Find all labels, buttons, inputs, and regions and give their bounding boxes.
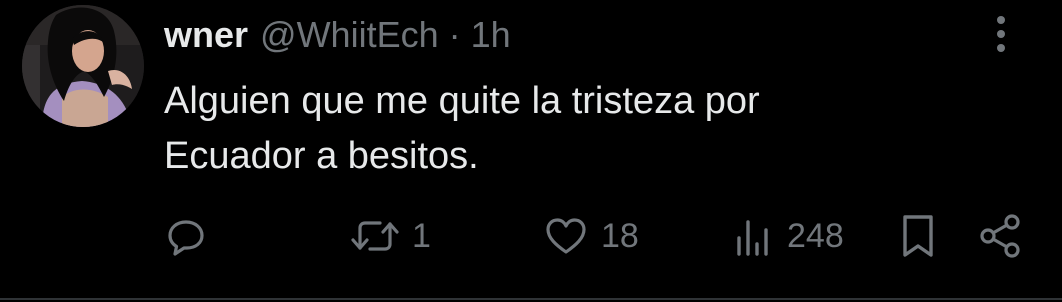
share-button[interactable] xyxy=(978,212,1024,260)
bookmark-button[interactable] xyxy=(900,212,936,260)
tweet-text: Alguien que me quite la tristeza por Ecu… xyxy=(164,74,964,184)
tweet-card[interactable]: wner @WhiitEch · 1h Alguien que me quite… xyxy=(0,0,1062,302)
user-handle[interactable]: @WhiitEch xyxy=(260,12,439,58)
bookmark-icon xyxy=(900,213,936,259)
views-button[interactable]: 248 xyxy=(735,212,844,260)
like-count: 18 xyxy=(601,216,639,255)
divider xyxy=(0,298,1062,300)
display-name[interactable]: wner xyxy=(164,12,248,58)
tweet-text-line: Alguien que me quite la tristeza por xyxy=(164,80,760,122)
reply-icon xyxy=(164,214,208,258)
like-button[interactable]: 18 xyxy=(543,212,639,260)
views-count: 248 xyxy=(787,216,844,255)
retweet-count: 1 xyxy=(412,216,431,255)
tweet-header: wner @WhiitEch · 1h xyxy=(164,12,511,58)
views-icon xyxy=(735,214,775,258)
heart-icon xyxy=(543,214,589,258)
tweet-text-line: Ecuador a besitos. xyxy=(164,135,479,177)
timestamp[interactable]: 1h xyxy=(471,12,511,58)
avatar[interactable] xyxy=(22,5,144,127)
share-icon xyxy=(978,213,1024,259)
retweet-icon xyxy=(350,214,400,258)
more-vertical-icon[interactable] xyxy=(988,12,1014,56)
separator-dot: · xyxy=(448,14,461,55)
reply-button[interactable] xyxy=(164,212,208,260)
retweet-button[interactable]: 1 xyxy=(350,212,431,260)
